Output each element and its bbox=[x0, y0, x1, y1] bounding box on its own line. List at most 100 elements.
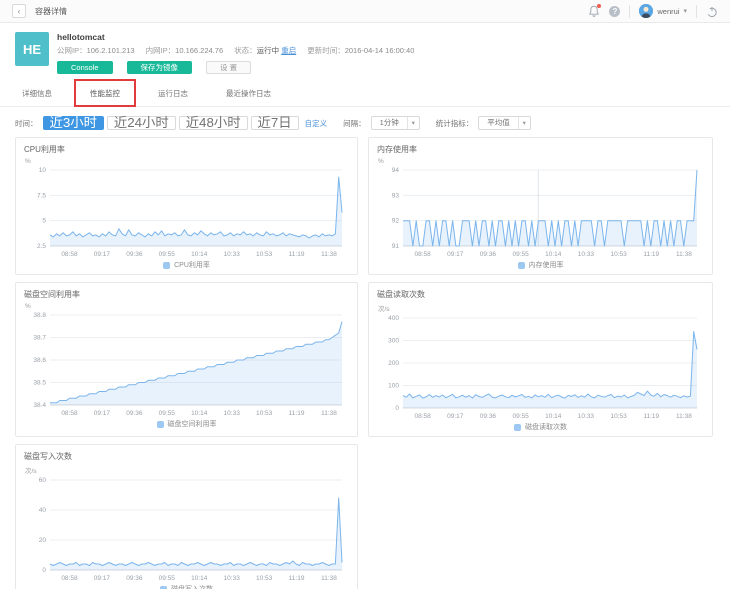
svg-text:11:19: 11:19 bbox=[289, 410, 305, 417]
public-ip: 公网IP：106.2.101.213 bbox=[57, 45, 135, 56]
svg-text:11:38: 11:38 bbox=[676, 251, 692, 258]
custom-range-link[interactable]: 自定义 bbox=[305, 118, 328, 129]
svg-text:10:33: 10:33 bbox=[224, 575, 241, 582]
svg-text:93: 93 bbox=[392, 192, 400, 199]
chart-card-disk-write: 磁盘写入次数 次/s 020406008:5809:1709:3609:5510… bbox=[15, 444, 358, 589]
chart-unit-label: 次/s bbox=[25, 465, 349, 475]
svg-text:11:38: 11:38 bbox=[321, 575, 337, 582]
svg-text:09:17: 09:17 bbox=[94, 575, 111, 582]
svg-text:09:55: 09:55 bbox=[159, 251, 176, 258]
tab-run-logs[interactable]: 运行日志 bbox=[158, 83, 188, 106]
chart-legend[interactable]: CPU利用率 bbox=[24, 259, 349, 271]
svg-text:38.8: 38.8 bbox=[33, 312, 46, 319]
chart-unit-label: % bbox=[25, 158, 349, 165]
legend-label: CPU利用率 bbox=[174, 260, 210, 270]
user-avatar bbox=[639, 4, 653, 18]
tab-recent-operation-logs[interactable]: 最近操作日志 bbox=[226, 83, 271, 106]
legend-marker-icon bbox=[160, 586, 167, 589]
legend-label: 磁盘空间利用率 bbox=[168, 419, 217, 429]
chart-title: 内存使用率 bbox=[377, 144, 704, 155]
svg-text:10:53: 10:53 bbox=[256, 410, 273, 417]
svg-text:08:58: 08:58 bbox=[61, 575, 78, 582]
svg-text:09:17: 09:17 bbox=[94, 410, 111, 417]
metric-value: 平均值 bbox=[479, 117, 518, 129]
svg-text:09:36: 09:36 bbox=[126, 251, 143, 258]
chevron-down-icon: ▾ bbox=[683, 8, 687, 15]
svg-text:7.5: 7.5 bbox=[37, 192, 46, 199]
range-7d-button[interactable]: 近7日 bbox=[251, 116, 299, 130]
restart-link[interactable]: 重启 bbox=[281, 46, 296, 55]
svg-text:10:33: 10:33 bbox=[578, 251, 595, 258]
svg-text:08:58: 08:58 bbox=[414, 413, 431, 420]
chart-legend[interactable]: 磁盘空间利用率 bbox=[24, 418, 349, 430]
container-header: HE hellotomcat 公网IP：106.2.101.213 内网IP：1… bbox=[0, 23, 730, 74]
svg-text:09:55: 09:55 bbox=[512, 251, 529, 258]
svg-text:10:14: 10:14 bbox=[191, 251, 208, 258]
tab-performance-monitor[interactable]: 性能监控 bbox=[90, 83, 120, 107]
svg-text:0: 0 bbox=[42, 567, 46, 574]
svg-text:0: 0 bbox=[395, 405, 399, 412]
time-range-group: 近3小时 近24小时 近48小时 近7日 bbox=[43, 116, 299, 130]
legend-marker-icon bbox=[518, 262, 525, 269]
divider bbox=[696, 5, 697, 18]
metric-label: 统计指标： bbox=[436, 118, 474, 129]
settings-button[interactable]: 设 置 bbox=[206, 61, 251, 74]
save-as-image-button[interactable]: 保存为镜像 bbox=[127, 61, 193, 74]
range-48h-button[interactable]: 近48小时 bbox=[179, 116, 248, 130]
user-menu[interactable]: wenrui ▾ bbox=[639, 4, 687, 18]
range-24h-button[interactable]: 近24小时 bbox=[107, 116, 176, 130]
tab-details[interactable]: 详细信息 bbox=[22, 83, 52, 106]
chart-unit-label: % bbox=[25, 303, 349, 310]
svg-text:5: 5 bbox=[42, 218, 46, 225]
logout-power-icon[interactable] bbox=[706, 5, 718, 17]
svg-text:10: 10 bbox=[39, 167, 47, 174]
svg-text:08:58: 08:58 bbox=[61, 251, 78, 258]
svg-text:11:19: 11:19 bbox=[643, 413, 659, 420]
chart-unit-label: % bbox=[378, 158, 704, 165]
chart-plot-area[interactable]: 2.557.51008:5809:1709:3609:5510:1410:331… bbox=[24, 165, 349, 259]
svg-text:09:17: 09:17 bbox=[94, 251, 111, 258]
status: 状态：运行中 重启 bbox=[234, 45, 296, 56]
filter-bar: 时间： 近3小时 近24小时 近48小时 近7日 自定义 间隔： 1分钟 ▾ 统… bbox=[0, 116, 730, 130]
svg-text:09:36: 09:36 bbox=[126, 410, 143, 417]
chart-plot-area[interactable]: 9192939408:5809:1709:3609:5510:1410:3310… bbox=[377, 165, 704, 259]
chart-plot-area[interactable]: 010020030040008:5809:1709:3609:5510:1410… bbox=[377, 313, 704, 421]
svg-text:09:36: 09:36 bbox=[480, 413, 497, 420]
updated-time: 更新时间：2016-04-14 16:00:40 bbox=[307, 45, 414, 56]
tab-performance-label: 性能监控 bbox=[90, 89, 120, 98]
svg-text:20: 20 bbox=[39, 537, 47, 544]
svg-text:11:38: 11:38 bbox=[321, 251, 337, 258]
topbar: ‹ 容器详情 ? wenrui ▾ bbox=[0, 0, 730, 23]
legend-marker-icon bbox=[157, 421, 164, 428]
console-button[interactable]: Console bbox=[57, 61, 113, 74]
chart-legend[interactable]: 内存使用率 bbox=[377, 259, 704, 271]
svg-text:11:38: 11:38 bbox=[321, 410, 337, 417]
private-ip: 内网IP：10.166.224.76 bbox=[146, 45, 224, 56]
time-label: 时间： bbox=[15, 118, 38, 129]
svg-text:08:58: 08:58 bbox=[61, 410, 78, 417]
chart-legend[interactable]: 磁盘写入次数 bbox=[24, 583, 349, 589]
chart-card-disk-space: 磁盘空间利用率 % 38.438.538.638.738.808:5809:17… bbox=[15, 282, 358, 437]
container-info-row: 公网IP：106.2.101.213 内网IP：10.166.224.76 状态… bbox=[57, 45, 414, 56]
legend-label: 内存使用率 bbox=[529, 260, 564, 270]
svg-text:10:33: 10:33 bbox=[224, 410, 241, 417]
notification-bell-icon[interactable] bbox=[588, 5, 600, 17]
chart-plot-area[interactable]: 38.438.538.638.738.808:5809:1709:3609:55… bbox=[24, 310, 349, 418]
back-button[interactable]: ‹ bbox=[12, 4, 26, 18]
chart-legend[interactable]: 磁盘读取次数 bbox=[377, 421, 704, 433]
svg-text:11:19: 11:19 bbox=[643, 251, 659, 258]
interval-select[interactable]: 1分钟 ▾ bbox=[371, 116, 420, 130]
interval-value: 1分钟 bbox=[372, 117, 407, 129]
container-avatar: HE bbox=[15, 32, 49, 66]
svg-text:11:19: 11:19 bbox=[289, 251, 305, 258]
svg-text:10:14: 10:14 bbox=[191, 575, 208, 582]
svg-text:300: 300 bbox=[388, 338, 399, 345]
chart-plot-area[interactable]: 020406008:5809:1709:3609:5510:1410:3310:… bbox=[24, 475, 349, 583]
range-3h-button[interactable]: 近3小时 bbox=[43, 116, 104, 130]
svg-text:10:53: 10:53 bbox=[610, 413, 627, 420]
svg-text:09:55: 09:55 bbox=[512, 413, 529, 420]
legend-label: 磁盘写入次数 bbox=[171, 584, 213, 589]
metric-select[interactable]: 平均值 ▾ bbox=[478, 116, 531, 130]
legend-marker-icon bbox=[514, 424, 521, 431]
help-icon[interactable]: ? bbox=[609, 6, 620, 17]
